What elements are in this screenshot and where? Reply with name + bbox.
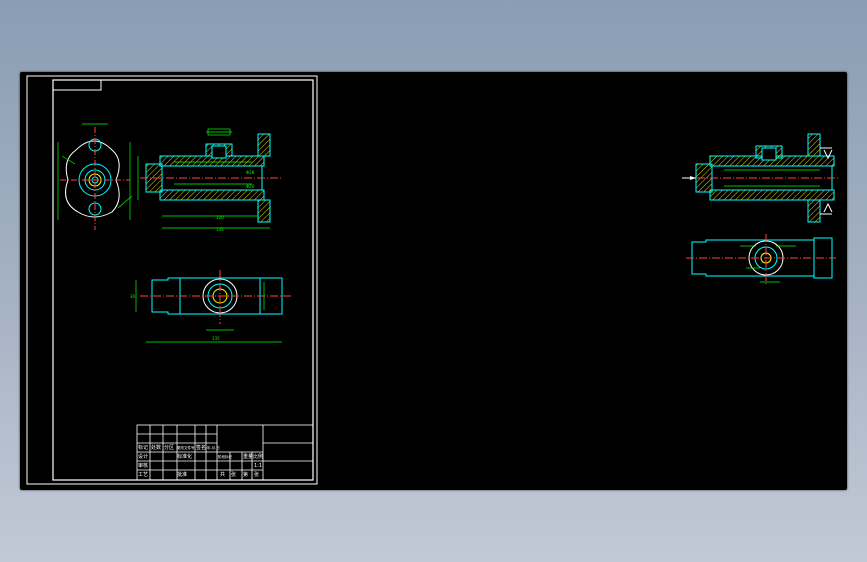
- tb-check: 审核: [138, 462, 148, 469]
- tb-sheets1: 张: [231, 471, 236, 478]
- tb-scale-label: 比例: [253, 453, 263, 460]
- tb-mark: 标记: [138, 444, 148, 451]
- sheet-outer-border: [26, 75, 318, 485]
- sheet-code-box: [52, 79, 102, 91]
- tb-stage: 阶段标记: [218, 454, 232, 459]
- tb-design: 设计: [138, 453, 148, 460]
- tb-sign: 签名: [196, 444, 206, 451]
- tb-scale: 1:1: [254, 463, 262, 469]
- flange-end-view: [57, 123, 133, 230]
- dim-top-length: 135: [212, 336, 220, 341]
- dim-length-total: 135: [216, 227, 224, 232]
- dim-top-width: 30: [130, 294, 136, 299]
- tb-standard: 标准化: [177, 453, 192, 460]
- model-section-view: [682, 133, 840, 223]
- tb-process: 工艺: [138, 472, 148, 478]
- cad-viewport[interactable]: 120 135 Φ28 Φ20 135 30 标记 处数 分区 更改文件号 签名…: [20, 72, 847, 490]
- drawing-canvas: 120 135 Φ28 Φ20 135 30 标记 处数 分区 更改文件号 签名…: [26, 75, 840, 485]
- dim-dia-a: Φ28: [246, 170, 255, 175]
- tb-no: 第: [243, 471, 248, 478]
- tb-zone: 分区: [164, 444, 174, 451]
- tb-count: 处数: [151, 444, 161, 451]
- tb-sheets2: 张: [254, 471, 259, 478]
- front-section-view: 120 135 Φ28 Φ20: [137, 128, 282, 232]
- tb-approve: 批准: [177, 471, 187, 478]
- dim-dia-b: Φ20: [246, 184, 255, 189]
- model-top-view: [686, 234, 836, 286]
- tb-weight: 重量: [243, 453, 253, 460]
- tb-date: 年.月.日: [207, 445, 220, 450]
- drawing-sheet: [26, 75, 318, 485]
- dim-length-inner: 120: [216, 215, 224, 220]
- top-view: 135 30: [130, 270, 292, 343]
- tb-change-doc: 更改文件号: [177, 445, 195, 450]
- tb-total: 共: [220, 471, 225, 478]
